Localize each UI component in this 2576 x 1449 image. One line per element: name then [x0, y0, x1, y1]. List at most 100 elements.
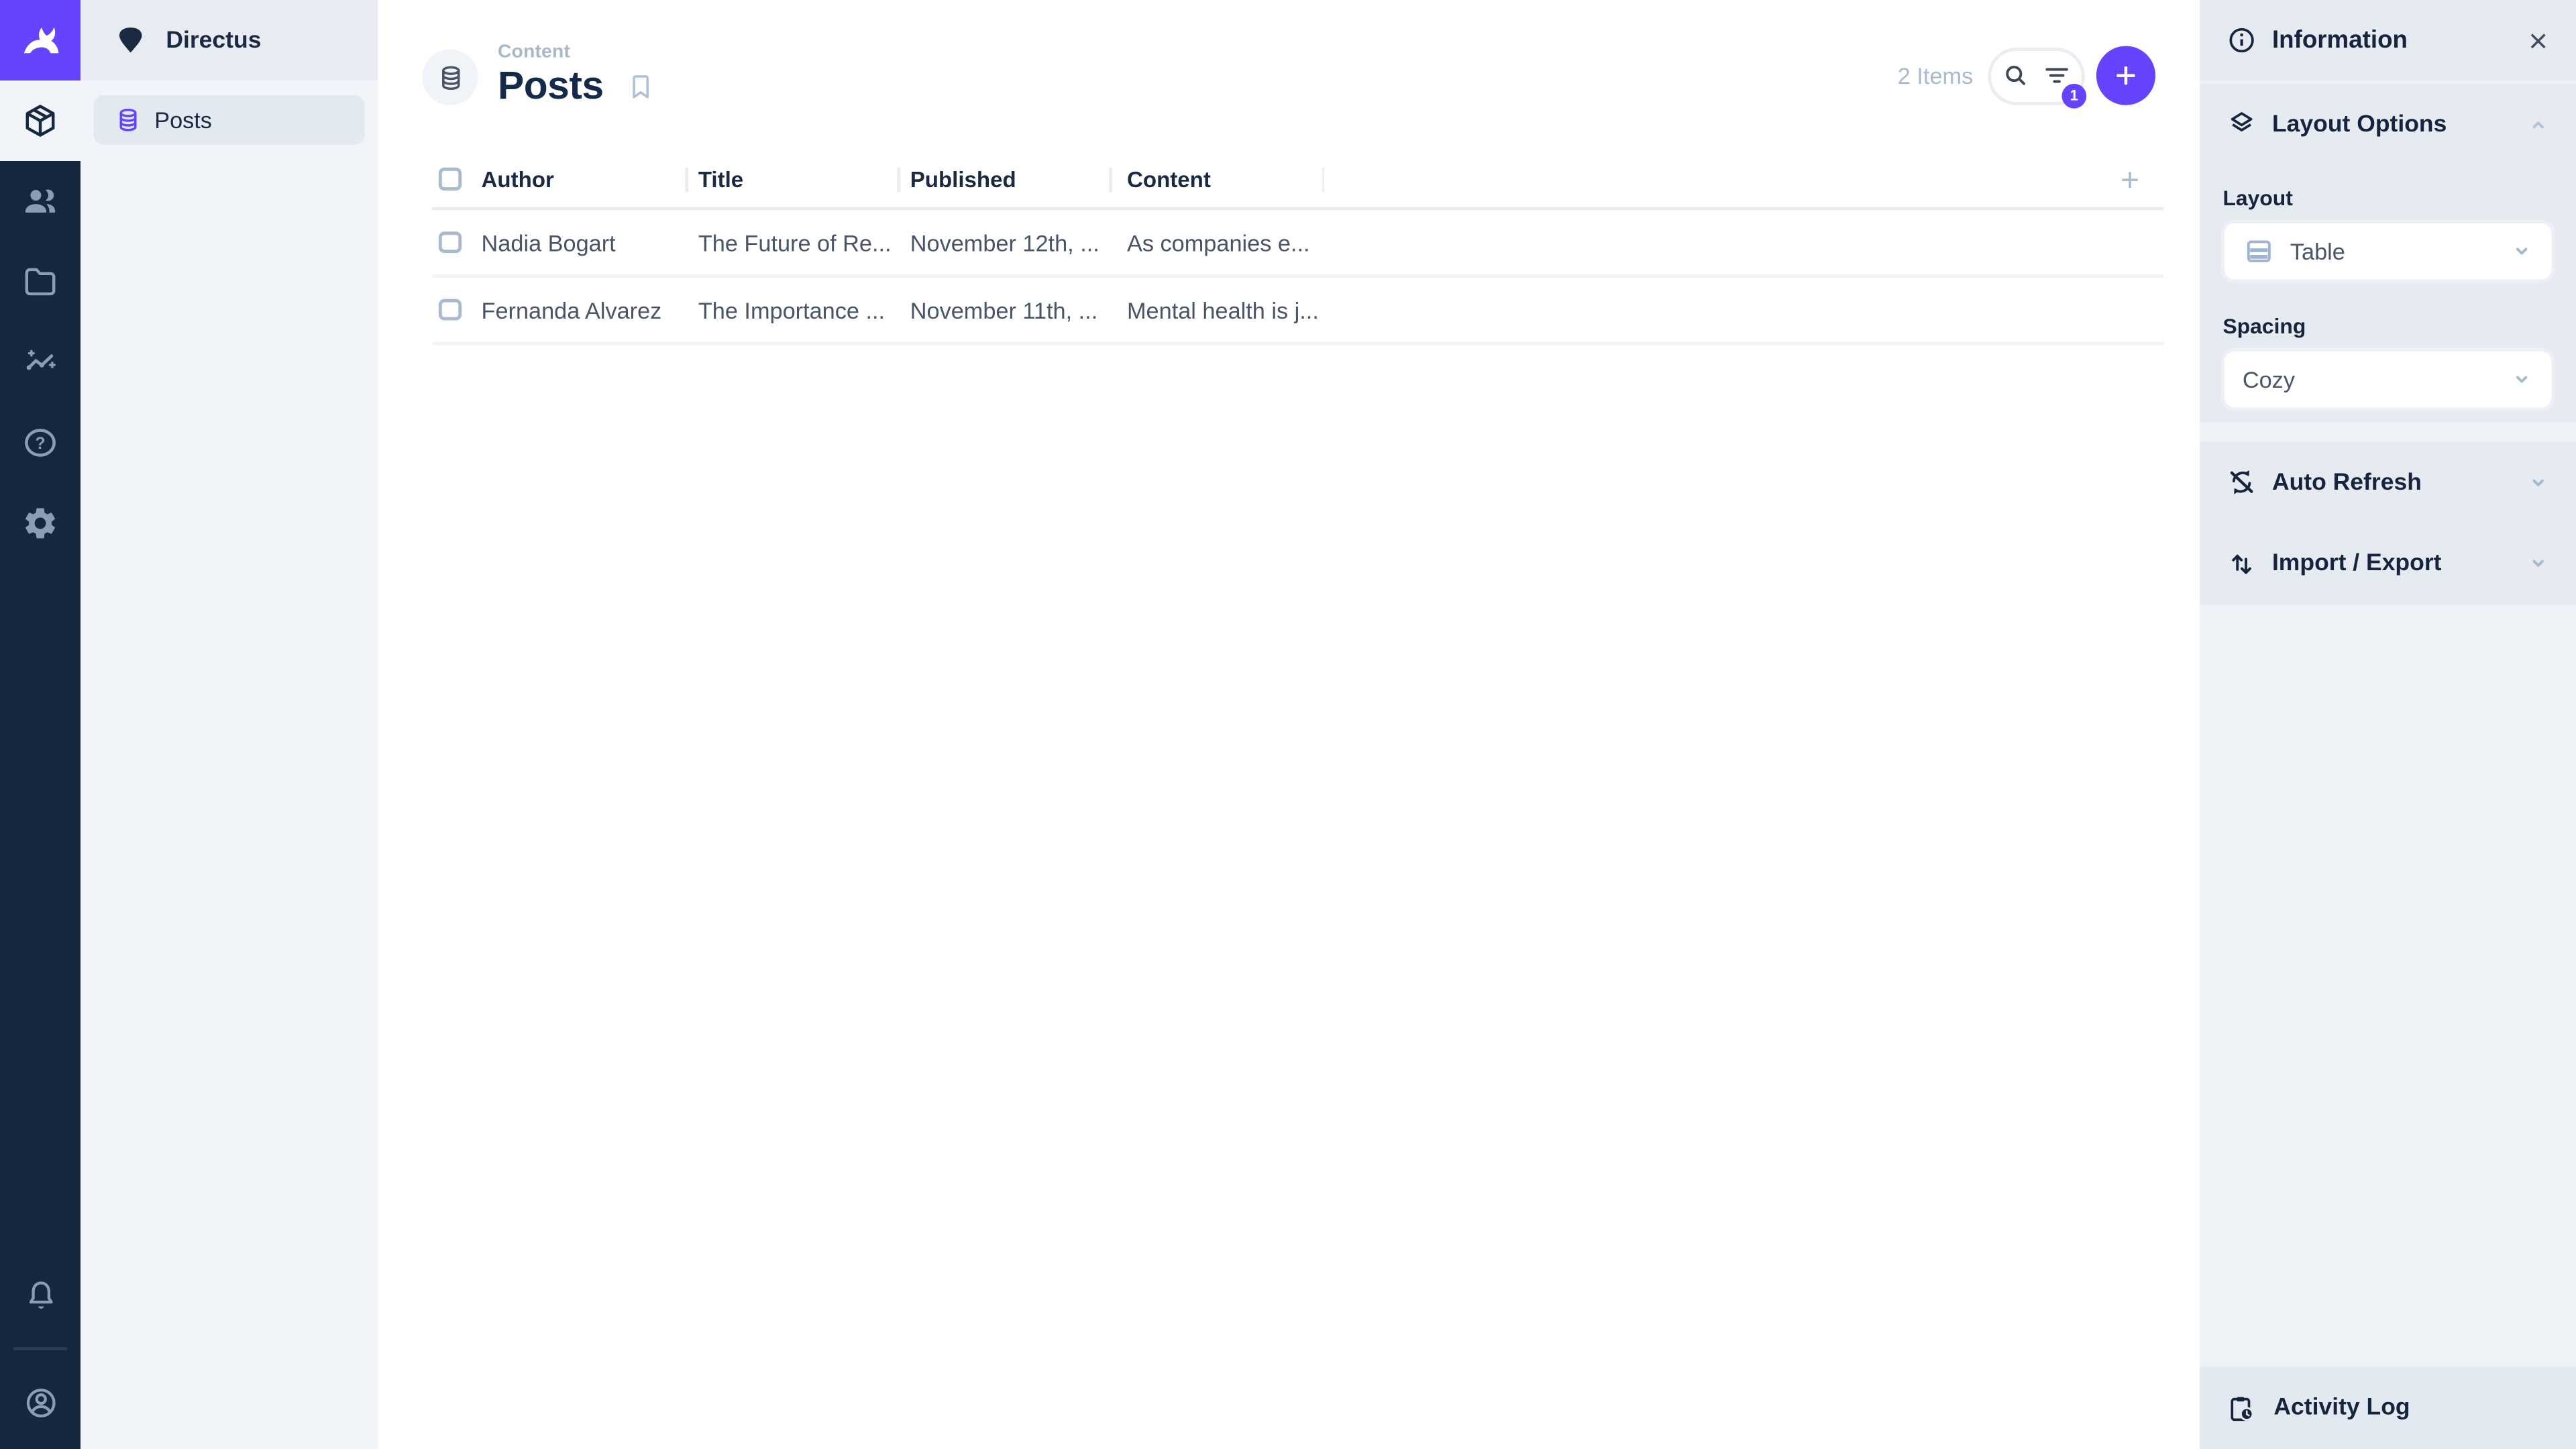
nav-item-posts[interactable]: Posts — [93, 95, 365, 145]
close-sidebar-button[interactable] — [2525, 27, 2551, 53]
row-checkbox[interactable] — [438, 299, 461, 321]
settings-gear-icon — [21, 504, 59, 542]
project-fan-icon — [113, 23, 148, 57]
module-help[interactable]: ? — [0, 402, 80, 483]
project-header[interactable]: Directus — [80, 0, 378, 80]
directus-logo-button[interactable] — [0, 0, 80, 80]
content-module-cube-icon — [21, 102, 59, 140]
cell-content: As companies e... — [1127, 229, 1310, 256]
section-label: Auto Refresh — [2271, 469, 2422, 496]
nav-sidebar: Directus Posts — [80, 0, 378, 1449]
layers-icon — [2226, 109, 2257, 140]
section-auto-refresh[interactable]: Auto Refresh — [2200, 441, 2576, 523]
cell-content: Mental health is j... — [1127, 297, 1319, 323]
files-folder-icon — [21, 263, 59, 301]
column-header-content[interactable]: Content — [1109, 167, 1324, 192]
cell-title: The Importance ... — [698, 297, 885, 323]
layout-options-content: Layout Table Spacing Cozy — [2200, 164, 2576, 423]
page-header: Content Posts 2 Items 1 — [378, 0, 2200, 151]
activity-log-label: Activity Log — [2273, 1395, 2410, 1421]
search-filter-pill[interactable]: 1 — [1988, 46, 2087, 108]
module-insights[interactable] — [0, 322, 80, 402]
page-title: Posts — [498, 63, 604, 108]
breadcrumb: Content — [498, 42, 571, 62]
module-content[interactable] — [0, 80, 80, 161]
table-header-row: Author Title Published Content — [432, 151, 2164, 211]
insights-icon — [21, 343, 59, 381]
nav-item-label: Posts — [154, 107, 212, 133]
module-settings[interactable] — [0, 483, 80, 564]
chevron-down-icon — [2509, 366, 2535, 392]
notifications-bell-icon — [22, 1277, 58, 1313]
add-column-button[interactable] — [2116, 165, 2144, 193]
rail-spacer — [0, 564, 80, 1255]
cell-title: The Future of Re... — [698, 229, 892, 256]
notifications-button[interactable] — [0, 1255, 80, 1336]
header-rest — [1324, 165, 2163, 193]
chevron-down-icon — [2525, 469, 2551, 495]
layout-field-label: Layout — [2222, 185, 2293, 211]
sidebar-header: Information — [2200, 0, 2576, 80]
filter-count-badge: 1 — [2061, 83, 2087, 108]
bookmark-icon — [627, 72, 656, 102]
section-import-export[interactable]: Import / Export — [2200, 522, 2576, 605]
layout-select[interactable]: Table — [2221, 220, 2555, 283]
column-header-author[interactable]: Author — [482, 167, 686, 192]
section-layout-options[interactable]: Layout Options — [2200, 83, 2576, 164]
table-row[interactable]: Nadia Bogart The Future of Re... Novembe… — [432, 210, 2164, 278]
account-circle-icon — [22, 1384, 58, 1420]
spacing-field-label: Spacing — [2222, 313, 2306, 339]
directus-rabbit-logo — [17, 17, 64, 64]
users-icon — [21, 182, 59, 220]
spacing-select-value: Cozy — [2242, 366, 2295, 393]
collection-database-icon — [115, 107, 141, 133]
search-icon[interactable] — [2001, 61, 2031, 91]
sidebar-title: Information — [2271, 26, 2408, 54]
select-all-cell — [432, 168, 481, 191]
items-count: 2 Items — [1897, 62, 1974, 89]
row-checkbox[interactable] — [438, 231, 461, 254]
rail-divider — [13, 1347, 68, 1351]
column-header-title[interactable]: Title — [685, 167, 897, 192]
chevron-down-icon — [2509, 238, 2535, 264]
chevron-up-icon — [2525, 111, 2551, 137]
table-row[interactable]: Fernanda Alvarez The Importance ... Nove… — [432, 278, 2164, 345]
title-block: Content Posts — [498, 42, 604, 109]
row-select-cell — [432, 299, 481, 321]
module-rail: ? — [0, 0, 80, 1449]
bookmark-button[interactable] — [627, 72, 656, 102]
spacing-select[interactable]: Cozy — [2221, 348, 2555, 411]
activity-clipboard-icon — [2226, 1393, 2257, 1424]
main-content: Content Posts 2 Items 1 Author Title Pub… — [378, 0, 2200, 1449]
cell-published: November 12th, ... — [910, 229, 1099, 256]
table-layout-icon — [2243, 235, 2275, 268]
layout-select-value: Table — [2290, 238, 2345, 265]
cell-published: November 11th, ... — [910, 297, 1098, 323]
module-users[interactable] — [0, 161, 80, 241]
account-button[interactable] — [0, 1362, 80, 1442]
row-select-cell — [432, 231, 481, 254]
help-icon: ? — [21, 424, 59, 462]
chevron-down-icon — [2525, 550, 2551, 576]
activity-log-button[interactable]: Activity Log — [2200, 1366, 2576, 1449]
column-header-published[interactable]: Published — [897, 167, 1109, 192]
plus-icon — [2109, 59, 2142, 92]
section-label: Layout Options — [2271, 111, 2447, 138]
create-item-button[interactable] — [2096, 46, 2156, 105]
info-icon — [2226, 25, 2257, 56]
collection-database-icon — [436, 63, 464, 91]
svg-text:?: ? — [35, 435, 45, 453]
info-sidebar: Information Layout Options Layout Table … — [2200, 0, 2576, 1449]
section-label: Import / Export — [2271, 550, 2442, 577]
cell-author: Nadia Bogart — [481, 229, 616, 256]
sync-disabled-icon — [2226, 467, 2257, 498]
project-name: Directus — [166, 27, 262, 54]
select-all-checkbox[interactable] — [438, 168, 461, 191]
import-export-arrows-icon — [2226, 548, 2257, 580]
close-icon — [2530, 32, 2546, 48]
cell-author: Fernanda Alvarez — [481, 297, 662, 323]
directus-app: ? Directus Posts Content Posts 2 Items 1… — [0, 0, 2576, 1449]
module-files[interactable] — [0, 241, 80, 322]
